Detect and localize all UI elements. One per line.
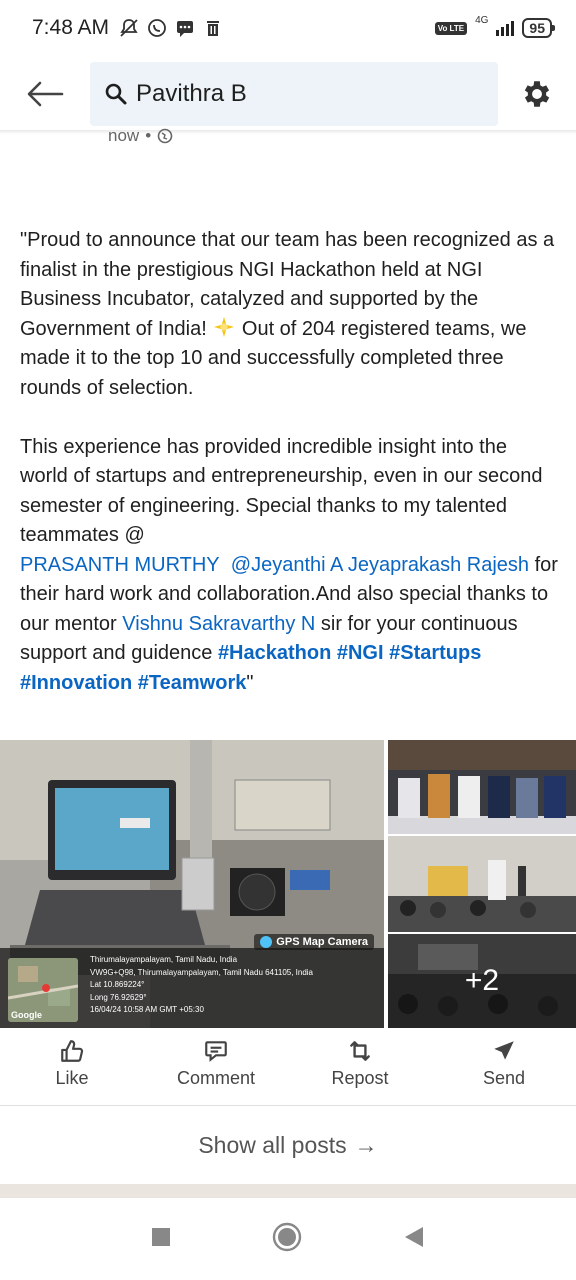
globe-icon	[157, 128, 173, 144]
gps-camera-icon	[260, 936, 273, 948]
gps-tag-label: GPS Map Camera	[276, 936, 368, 948]
notification-icons	[119, 18, 223, 38]
repost-icon	[350, 1041, 370, 1061]
repost-button[interactable]: Repost	[295, 1030, 425, 1104]
post-meta: now •	[108, 126, 173, 146]
map-google-label: Google	[11, 1010, 42, 1020]
system-navigation-bar	[0, 1198, 576, 1280]
gps-line: VW9G+Q98, Thirumalayampalayam, Tamil Nad…	[90, 967, 314, 977]
recents-button[interactable]	[151, 1227, 171, 1252]
like-label: Like	[55, 1068, 89, 1088]
mention-jeyanthi[interactable]: @Jeyanthi A Jeyaprakash Rajesh	[231, 554, 529, 576]
show-all-label: Show all posts	[198, 1131, 347, 1158]
thumbs-up-icon	[61, 1040, 84, 1062]
photo-laptop-setup[interactable]: GPS Map Camera Google Thirumalayampalaya…	[0, 740, 384, 1028]
settings-button[interactable]	[498, 62, 576, 126]
search-bar[interactable]: Pavithra B	[90, 62, 498, 126]
back-button[interactable]	[0, 62, 90, 126]
gps-details: Thirumalayampalayam, Tamil Nadu, India V…	[90, 954, 313, 1017]
battery-indicator: 95	[522, 18, 555, 38]
section-separator	[0, 1184, 576, 1198]
post-actions: Like Comment Repost Send	[0, 1030, 576, 1104]
back-nav-button[interactable]	[403, 1225, 425, 1254]
status-time: 7:48 AM	[32, 16, 110, 39]
send-button[interactable]: Send	[439, 1030, 569, 1104]
gps-line: Thirumalayampalayam, Tamil Nadu, India	[90, 955, 238, 964]
photo-hall-illustration	[388, 836, 576, 932]
sparkle-emoji-icon	[214, 316, 235, 337]
whatsapp-icon	[147, 18, 167, 38]
comment-label: Comment	[176, 1068, 256, 1088]
network-type: 4G	[475, 14, 489, 26]
gps-mini-map: Google	[8, 958, 78, 1022]
post-media[interactable]: GPS Map Camera Google Thirumalayampalaya…	[0, 740, 576, 1028]
closing-quote: "	[246, 671, 254, 694]
volte-badge: Vo LTE	[434, 21, 468, 35]
triangle-back-icon	[405, 1226, 424, 1247]
mute-bell-icon	[119, 18, 139, 38]
home-button[interactable]	[272, 1222, 302, 1257]
arrow-right-icon: →	[354, 1131, 378, 1158]
comment-icon	[205, 1041, 227, 1062]
search-query: Pavithra B	[136, 80, 247, 107]
more-photos-overlay[interactable]: +2	[388, 934, 576, 1028]
mention-prasanth-murthy[interactable]: PRASANTH MURTHY	[20, 554, 220, 576]
post-paragraph-2: This experience has provided incredible …	[20, 433, 560, 699]
photo-audience[interactable]: +2	[388, 934, 576, 1028]
photo-event-hall[interactable]	[388, 836, 576, 932]
trash-icon	[203, 18, 223, 38]
message-icon	[175, 18, 195, 38]
comment-button[interactable]: Comment	[151, 1030, 281, 1104]
status-bar: 7:48 AM Vo LTE 4G 95	[0, 0, 576, 56]
gear-icon	[524, 81, 550, 107]
send-icon	[494, 1041, 514, 1060]
square-icon	[151, 1227, 170, 1246]
repost-label: Repost	[331, 1068, 389, 1088]
post-paragraph-1: "Proud to announce that our team has bee…	[20, 226, 560, 403]
meta-separator: •	[145, 126, 152, 145]
circle-home-icon	[272, 1222, 302, 1251]
top-app-bar: Pavithra B	[0, 56, 576, 132]
post-body: "Proud to announce that our team has bee…	[20, 226, 560, 698]
gps-line: Lat 10.869224°	[90, 980, 145, 989]
header-divider	[0, 130, 576, 134]
photo-stage-illustration	[388, 740, 576, 834]
mention-vishnu[interactable]: Vishnu Sakravarthy N	[122, 613, 315, 635]
post-time: now	[108, 126, 140, 145]
photo-award-stage[interactable]	[388, 740, 576, 834]
gps-line: Long 76.92629°	[90, 992, 147, 1002]
search-icon	[105, 83, 127, 105]
post-text-2a: This experience has provided incredible …	[20, 435, 543, 547]
show-all-posts-button[interactable]: Show all posts →	[0, 1106, 576, 1184]
status-right: Vo LTE 4G 95	[434, 14, 555, 38]
gps-overlay: Google Thirumalayampalayam, Tamil Nadu, …	[0, 948, 384, 1028]
signal-icon	[496, 20, 515, 36]
send-label: Send	[482, 1068, 526, 1088]
like-button[interactable]: Like	[7, 1030, 137, 1104]
gps-line: 16/04/24 10:58 AM GMT +05:30	[90, 1005, 204, 1014]
arrow-left-icon	[27, 81, 64, 107]
